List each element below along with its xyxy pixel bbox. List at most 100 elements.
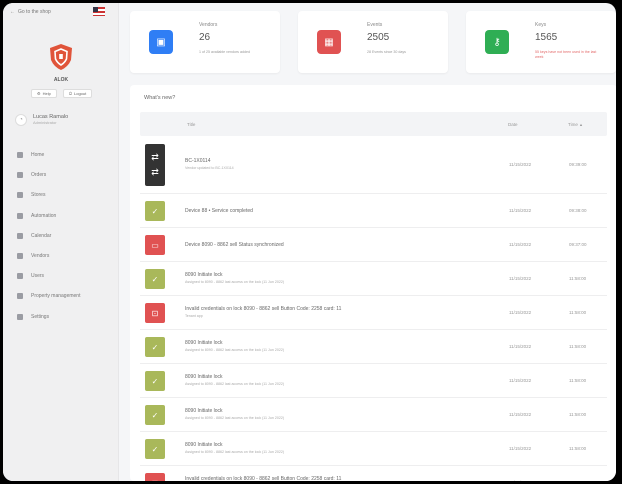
row-date: 11/15/2022: [509, 378, 532, 383]
automation-icon: [17, 212, 23, 219]
sidebar: ← Go to the shop ALOK ⚙ Help ⏻ Logout ◔ …: [3, 3, 119, 481]
column-title[interactable]: Title: [187, 122, 195, 127]
logout-icon: ⏻: [68, 91, 72, 96]
home-icon: [17, 152, 23, 159]
row-time: 11:58:00: [569, 480, 586, 481]
sidebar-item-stores[interactable]: Stores: [17, 185, 113, 205]
row-date: 11/15/2022: [509, 276, 532, 281]
stat-card-events[interactable]: ▦ Events 2505 28 Events since 30 days: [298, 11, 448, 73]
stat-card-vendors[interactable]: ▣ Vendors 26 1 of 25 available vendors a…: [130, 11, 280, 73]
row-date: 11/15/2022: [509, 480, 531, 481]
vendor-update-icon: ⇄ ⇄: [145, 144, 165, 186]
row-time: 11:58:00: [569, 378, 587, 383]
us-flag-icon[interactable]: [93, 7, 105, 16]
row-title: 8090 Initiate lock: [185, 272, 223, 278]
row-date: 11/15/2022: [509, 344, 532, 349]
user-info: Lucas Ramalo Administrator: [33, 114, 68, 126]
property-icon: [17, 293, 23, 300]
sidebar-item-home[interactable]: Home: [17, 145, 113, 165]
table-header: Title Date Time ▴: [140, 112, 607, 136]
row-date: 11/15/2022: [509, 242, 532, 247]
row-title: Invalid credentials on lock 8090 - 8862 …: [185, 476, 342, 481]
stat-card-keys[interactable]: ⚷ Keys 1565 55 keys have not been used i…: [466, 11, 616, 73]
table-row[interactable]: ⊡ Invalid credentials on lock 8090 - 8862…: [140, 466, 607, 481]
table-row[interactable]: ✓ 8090 Initiate lock Assigned to 8090 - 88…: [140, 364, 607, 398]
brand-name: ALOK: [53, 77, 69, 83]
sidebar-item-vendors[interactable]: Vendors: [17, 246, 113, 266]
column-time-label: Time: [568, 122, 578, 127]
check-icon: ✓: [145, 371, 165, 391]
row-time: 11:58:00: [569, 344, 587, 349]
whats-new-panel: What's new? Title Date Time ▴ ⇄ ⇄ BC-1X011…: [130, 85, 616, 481]
row-time: 11:58:00: [569, 412, 587, 417]
row-date: 11/15/2022: [509, 446, 532, 451]
row-title: 8090 Initiate lock: [185, 374, 223, 380]
app-window: ← Go to the shop ALOK ⚙ Help ⏻ Logout ◔ …: [3, 3, 616, 481]
table-row[interactable]: ✓ Device 88 • Service completed 11/15/2022…: [140, 194, 607, 228]
back-link[interactable]: ← Go to the shop: [10, 9, 51, 15]
card-title: Events: [367, 22, 383, 28]
column-date[interactable]: Date: [508, 122, 518, 127]
calendar-icon: [17, 232, 23, 239]
table-row[interactable]: ⊡ Invalid credentials on lock 8090 - 8862…: [140, 296, 607, 330]
vendor-icon: ▣: [149, 30, 173, 54]
row-title: Invalid credentials on lock 8090 - 8862 …: [185, 306, 342, 312]
sidebar-item-label: Orders: [31, 172, 47, 179]
table-row[interactable]: ✓ 8090 Initiate lock Assigned to 8090 - 88…: [140, 262, 607, 296]
key-icon: ⚷: [485, 30, 509, 54]
table-row[interactable]: ✓ 8090 Initiate lock Assigned to 8090 - 88…: [140, 330, 607, 364]
row-date: 11/15/2022: [509, 310, 532, 315]
row-title: Device 88 • Service completed: [185, 208, 253, 214]
sidebar-item-orders[interactable]: Orders: [17, 165, 113, 185]
logout-button[interactable]: ⏻ Logout: [62, 89, 93, 98]
row-subtitle: Assigned to 8090 - 8862 last access on t…: [185, 348, 285, 352]
row-time: 09:37:00: [569, 242, 587, 247]
lock-icon: ⊡: [145, 473, 165, 481]
sidebar-nav: Home Orders Stores Automation Calendar V…: [17, 145, 113, 327]
column-time[interactable]: Time ▴: [568, 122, 582, 128]
row-time: 11:58:00: [569, 446, 587, 451]
row-subtitle: Tenant app: [185, 314, 203, 318]
back-label: Go to the shop: [18, 9, 51, 15]
row-date: 11/15/2022: [509, 162, 532, 167]
vendor-icon: [17, 253, 23, 260]
sidebar-item-settings[interactable]: Settings: [17, 307, 113, 327]
help-button[interactable]: ⚙ Help: [31, 89, 57, 98]
sidebar-item-calendar[interactable]: Calendar: [17, 226, 113, 246]
row-subtitle: Assigned to 8090 - 8862 last access on t…: [185, 450, 285, 454]
table-row[interactable]: ⇄ ⇄ BC-1X0114 Vendor updated to BC-1X0114 11…: [140, 136, 607, 194]
users-icon: [17, 273, 23, 280]
row-subtitle: Assigned to 8090 - 8862 last access on t…: [185, 280, 285, 284]
card-value: 26: [199, 32, 211, 43]
row-time: 09:39:00: [569, 162, 587, 167]
store-icon: [17, 192, 23, 199]
row-subtitle: Vendor updated to BC-1X0114: [185, 166, 234, 170]
sidebar-item-label: Home: [31, 152, 45, 159]
table-row[interactable]: ✓ 8090 Initiate lock Assigned to 8090 - 88…: [140, 398, 607, 432]
check-icon: ✓: [145, 269, 165, 289]
card-desc: 55 keys have not been used in the last w…: [535, 50, 597, 59]
avatar: ◔: [15, 114, 27, 126]
main-content: ▣ Vendors 26 1 of 25 available vendors a…: [119, 3, 616, 481]
sidebar-item-label: Property management: [31, 293, 81, 300]
card-desc: 28 Events since 30 days: [367, 50, 406, 54]
table-row[interactable]: ▭ Device 8090 - 8862 sell Status synchron…: [140, 228, 607, 262]
sidebar-item-label: Stores: [31, 192, 46, 199]
sidebar-item-label: Automation: [31, 212, 57, 219]
shield-logo-icon: [50, 44, 72, 70]
sidebar-item-label: Users: [31, 273, 45, 280]
card-value: 1565: [535, 32, 558, 43]
card-desc: 1 of 25 available vendors added: [199, 50, 250, 54]
row-time: 09:38:00: [569, 208, 587, 213]
row-date: 11/15/2022: [509, 208, 532, 213]
sidebar-item-label: Vendors: [31, 253, 50, 260]
sidebar-item-property-management[interactable]: Property management: [17, 286, 113, 306]
user-profile[interactable]: ◔ Lucas Ramalo Administrator: [15, 111, 113, 129]
arrow-left-icon: ←: [10, 9, 15, 15]
table-row[interactable]: ✓ 8090 Initiate lock Assigned to 8090 - 88…: [140, 432, 607, 466]
calendar-icon: ▦: [317, 30, 341, 54]
sort-arrow-icon: ▴: [579, 122, 583, 127]
sidebar-item-users[interactable]: Users: [17, 266, 113, 286]
device-icon: ▭: [145, 235, 165, 255]
sidebar-item-automation[interactable]: Automation: [17, 206, 113, 226]
